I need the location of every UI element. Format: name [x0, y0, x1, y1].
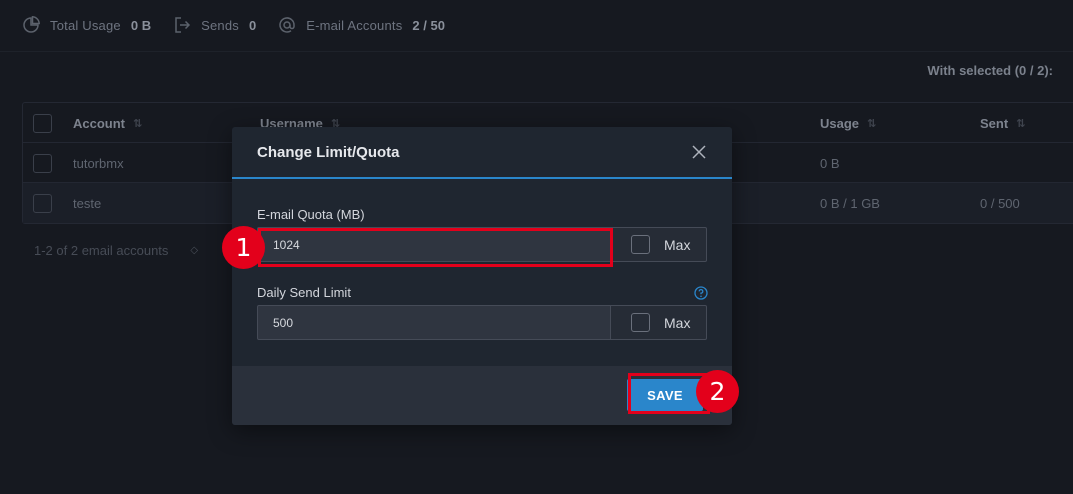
sort-icon: ⇅ — [867, 117, 877, 130]
send-limit-max-label: Max — [664, 314, 691, 331]
divider — [0, 51, 1073, 52]
modal-footer: SAVE — [232, 366, 732, 425]
step-badge-1: 1 — [222, 226, 265, 269]
row-account[interactable]: teste — [73, 183, 101, 223]
stat-total-usage: Total Usage 0 B — [22, 16, 151, 34]
column-sent[interactable]: Sent ⇅ — [980, 103, 1025, 143]
row-account[interactable]: tutorbmx — [73, 143, 124, 183]
quota-max-checkbox[interactable] — [631, 235, 650, 254]
column-account[interactable]: Account ⇅ — [73, 103, 142, 143]
help-circle-icon[interactable] — [694, 286, 708, 300]
sends-label: Sends — [201, 17, 239, 33]
with-selected-menu[interactable]: With selected (0 / 2): — [927, 63, 1053, 78]
email-accounts-value: 2 / 50 — [412, 17, 445, 33]
stats-bar: Total Usage 0 B Sends 0 E-mail Accounts … — [0, 0, 1073, 50]
modal-header: Change Limit/Quota — [232, 127, 732, 179]
sign-out-icon — [175, 17, 191, 33]
daily-send-limit-input[interactable] — [257, 305, 611, 340]
column-usage[interactable]: Usage ⇅ — [820, 103, 876, 143]
quota-max-toggle[interactable]: Max — [611, 227, 707, 262]
at-sign-icon — [279, 17, 295, 33]
pagination[interactable]: 1-2 of 2 email accounts ◇ — [34, 243, 198, 258]
email-quota-input[interactable] — [257, 227, 611, 262]
modal-title: Change Limit/Quota — [257, 143, 400, 161]
daily-send-limit-label: Daily Send Limit — [257, 285, 351, 300]
column-usage-label: Usage — [820, 115, 860, 131]
send-limit-max-checkbox[interactable] — [631, 313, 650, 332]
select-all-checkbox[interactable] — [33, 103, 52, 143]
save-button[interactable]: SAVE — [627, 379, 703, 411]
total-usage-value: 0 B — [130, 17, 152, 33]
quota-max-label: Max — [664, 236, 691, 253]
row-checkbox[interactable] — [33, 143, 52, 183]
sort-icon: ⇅ — [133, 117, 143, 130]
sort-icon: ⇅ — [1016, 117, 1026, 130]
row-checkbox[interactable] — [33, 183, 52, 223]
total-usage-label: Total Usage — [50, 17, 121, 33]
sends-value: 0 — [248, 17, 257, 33]
email-quota-label: E-mail Quota (MB) — [257, 207, 365, 222]
stat-sends: Sends 0 — [173, 16, 256, 34]
chevron-updown-icon[interactable]: ◇ — [190, 245, 198, 256]
email-accounts-label: E-mail Accounts — [306, 17, 403, 33]
column-account-label: Account — [73, 115, 125, 131]
pie-chart-icon — [23, 16, 40, 33]
stat-email-accounts: E-mail Accounts 2 / 50 — [278, 16, 445, 34]
step-badge-2: 2 — [696, 370, 739, 413]
change-limit-modal: Change Limit/Quota E-mail Quota (MB) Max… — [232, 127, 732, 425]
row-sent: 0 / 500 — [980, 195, 1020, 211]
modal-body: E-mail Quota (MB) Max Daily Send Limit M… — [232, 179, 732, 364]
close-button[interactable] — [690, 143, 708, 161]
row-usage: 0 B / 1 GB — [820, 195, 880, 211]
close-icon — [692, 145, 706, 159]
send-limit-max-toggle[interactable]: Max — [611, 305, 707, 340]
column-sent-label: Sent — [980, 115, 1009, 131]
pagination-summary: 1-2 of 2 email accounts — [34, 243, 169, 258]
row-usage: 0 B — [820, 155, 840, 171]
